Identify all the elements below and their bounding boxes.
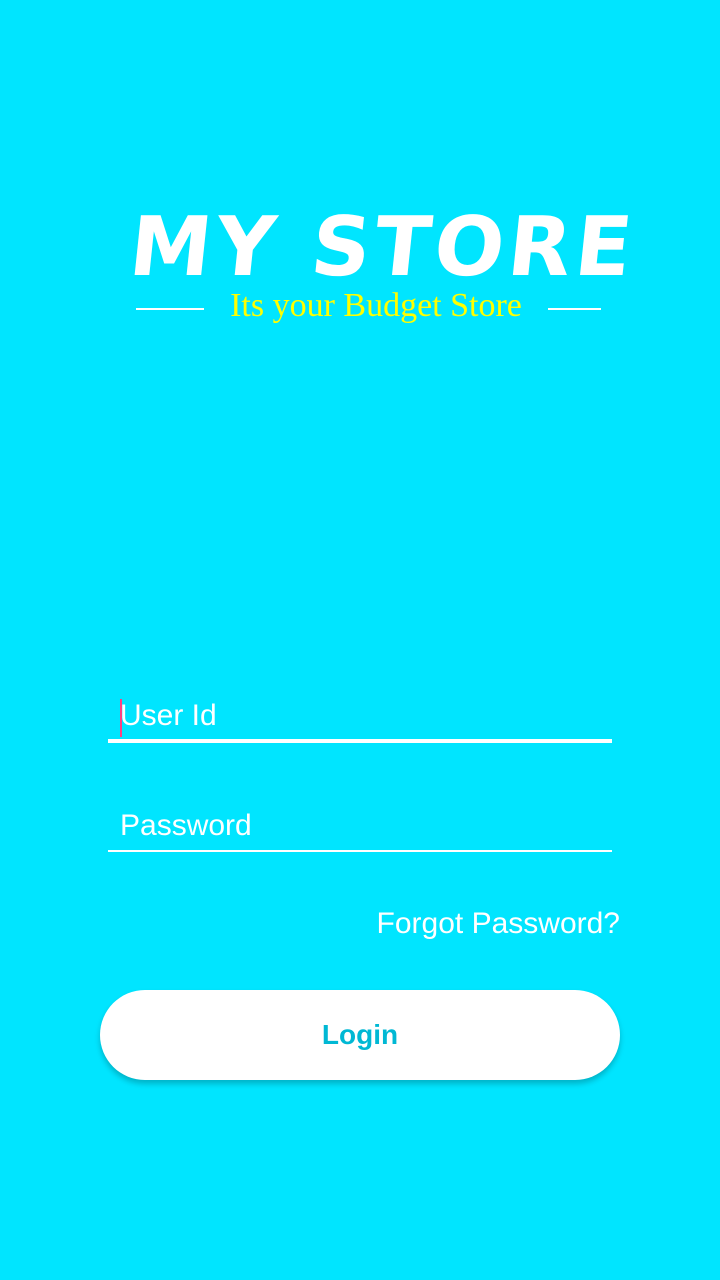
text-cursor — [120, 699, 122, 737]
logo-tagline-row: Its your Budget Store — [130, 200, 605, 330]
password-field[interactable] — [108, 804, 612, 852]
logo-tagline: Its your Budget Store — [230, 287, 522, 324]
logo-right-rule — [548, 308, 601, 310]
logo-left-rule — [136, 308, 204, 310]
login-button[interactable]: Login — [100, 990, 620, 1080]
user-id-underline — [108, 739, 612, 743]
forgot-password-link[interactable]: Forgot Password? — [377, 904, 620, 944]
user-id-field[interactable] — [108, 694, 612, 743]
user-id-input[interactable] — [108, 694, 612, 738]
password-underline — [108, 850, 612, 852]
password-input[interactable] — [108, 804, 612, 848]
